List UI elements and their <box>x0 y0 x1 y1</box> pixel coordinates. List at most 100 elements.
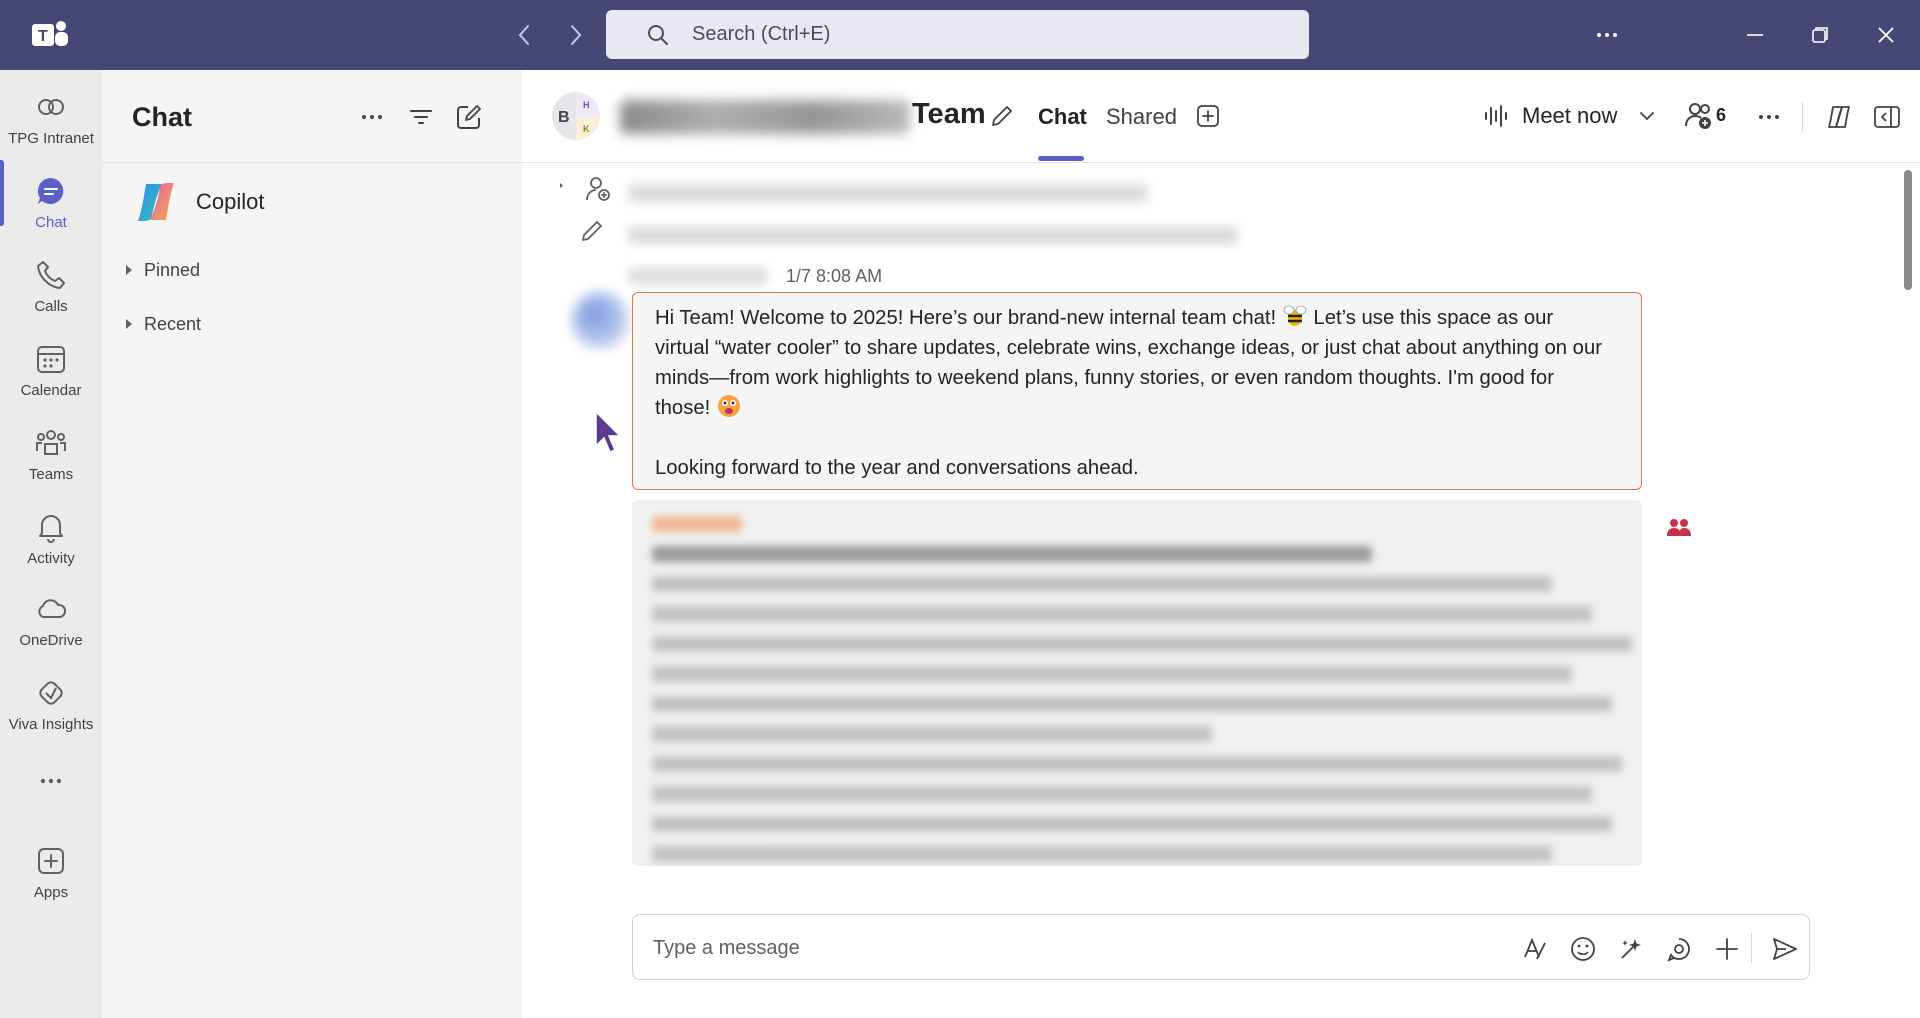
avatar-letter-b: B <box>558 109 570 126</box>
copilot-logo-icon <box>138 183 174 221</box>
add-apps-icon <box>38 848 64 874</box>
loop-icon[interactable] <box>1665 935 1693 963</box>
section-label: Pinned <box>144 259 201 280</box>
avatar[interactable] <box>572 292 628 348</box>
message-text: Let’s use this space as our <box>1307 307 1554 329</box>
restore-icon[interactable] <box>1803 18 1837 52</box>
blurred-system-text <box>628 226 1238 244</box>
more-options-icon[interactable] <box>357 102 387 132</box>
winking-face-emoji-icon <box>717 395 740 417</box>
teams-logo-icon[interactable]: T <box>30 16 70 54</box>
teams-icon <box>36 430 66 455</box>
message-line: those! <box>655 393 1619 423</box>
avatar-letter-h: H <box>583 100 590 110</box>
add-tab-icon[interactable] <box>1194 102 1222 130</box>
rail-label: Chat <box>35 214 67 231</box>
more-icon[interactable] <box>1590 18 1624 52</box>
search-input[interactable]: Search (Ctrl+E) <box>606 10 1309 59</box>
compose-divider <box>1751 933 1752 963</box>
rail-label: Teams <box>28 466 74 483</box>
chat-icon <box>37 177 64 204</box>
copilot-label: Copilot <box>196 189 265 214</box>
rail-label: Viva Insights <box>8 716 94 733</box>
message-list: 1/7 8:08 AM Hi Team! Welcome to 2025! He… <box>522 162 1920 936</box>
caret-right-icon[interactable] <box>558 182 572 196</box>
forward-arrow-icon[interactable] <box>560 20 590 50</box>
copilot-compose-icon[interactable] <box>1617 935 1645 963</box>
pencil-icon <box>582 221 602 241</box>
heart-icon <box>39 681 63 705</box>
rail-item-apps[interactable]: Apps <box>0 838 102 916</box>
message-bubble[interactable]: Hi Team! Welcome to 2025! Here’s our bra… <box>632 292 1642 490</box>
more-options-icon[interactable] <box>1754 102 1784 132</box>
back-arrow-icon[interactable] <box>510 20 540 50</box>
message-line: Looking forward to the year and conversa… <box>655 457 1139 479</box>
participant-count: 6 <box>1716 104 1727 125</box>
compose-box[interactable] <box>632 914 1810 980</box>
message-line: virtual “water cooler” to share updates,… <box>655 337 1602 359</box>
people-add-icon <box>1685 103 1711 129</box>
svg-text:T: T <box>38 28 48 45</box>
message-line: minds—from work highlights to weekend pl… <box>655 367 1554 389</box>
rail-label: Apps <box>33 884 69 901</box>
intranet-icon <box>38 99 64 115</box>
group-avatar-graphic: B H K <box>552 92 600 140</box>
rail-item-onedrive[interactable]: OneDrive <box>0 586 102 664</box>
minimize-icon[interactable] <box>1738 18 1772 52</box>
app-rail: TPG Intranet Chat Calls Calendar Teams A… <box>0 70 102 1018</box>
rail-item-calendar[interactable]: Calendar <box>0 336 102 414</box>
rail-label: Activity <box>27 550 75 567</box>
rail-label: TPG Intranet <box>8 130 94 147</box>
scrollbar[interactable] <box>1904 170 1912 290</box>
participants-button[interactable]: 6 <box>1684 100 1726 130</box>
section-recent[interactable]: Recent <box>122 309 482 339</box>
audio-wave-icon <box>1485 105 1507 127</box>
message-input[interactable] <box>651 931 1455 965</box>
caret-right-icon <box>126 265 132 275</box>
rail-label: OneDrive <box>19 632 83 649</box>
search-icon <box>648 24 668 45</box>
rail-item-teams[interactable]: Teams <box>0 420 102 498</box>
conversation-pane: B H K Team Chat Shared Meet now 6 1/7 8:… <box>522 70 1920 1018</box>
filter-icon[interactable] <box>406 102 436 132</box>
section-pinned[interactable]: Pinned <box>122 255 482 285</box>
rail-item-chat[interactable]: Chat <box>0 168 102 246</box>
side-panel-icon[interactable] <box>1872 102 1902 132</box>
new-chat-icon[interactable] <box>454 102 484 132</box>
message-line: Hi Team! Welcome to 2025! Here’s our bra… <box>655 303 1619 333</box>
conversation-header: B H K Team Chat Shared Meet now 6 <box>522 70 1920 163</box>
meet-now-button[interactable]: Meet now <box>1482 96 1657 136</box>
blurred-sender-name <box>628 268 768 284</box>
chat-list-pane: Chat Copilot Pinned Recent <box>102 70 523 1018</box>
copilot-item[interactable]: Copilot <box>132 172 492 232</box>
rail-item-activity[interactable]: Activity <box>0 504 102 582</box>
tab-chat[interactable]: Chat <box>1038 104 1087 130</box>
cloud-icon <box>38 599 67 618</box>
close-icon[interactable] <box>1869 18 1903 52</box>
tab-shared[interactable]: Shared <box>1106 104 1177 130</box>
conversation-title: Team <box>912 98 986 130</box>
message-timestamp: 1/7 8:08 AM <box>786 266 883 286</box>
bell-icon <box>39 515 63 543</box>
rail-item-calls[interactable]: Calls <box>0 252 102 330</box>
add-attachment-icon[interactable] <box>1713 935 1741 963</box>
section-label: Recent <box>144 313 202 334</box>
search-placeholder: Search (Ctrl+E) <box>692 23 831 45</box>
emoji-icon[interactable] <box>1569 935 1597 963</box>
calendar-icon <box>37 346 65 373</box>
system-event-member-added <box>558 174 612 204</box>
send-icon[interactable] <box>1771 935 1799 963</box>
rail-item-tpg-intranet[interactable]: TPG Intranet <box>0 84 102 162</box>
blurred-message[interactable] <box>632 500 1642 866</box>
rail-item-more-apps[interactable] <box>0 758 102 808</box>
message-text: Hi Team! Welcome to 2025! Here’s our bra… <box>655 307 1282 329</box>
edit-name-icon[interactable] <box>988 102 1016 130</box>
group-avatar[interactable]: B H K <box>552 92 600 140</box>
format-icon[interactable] <box>1521 935 1549 963</box>
people-mention-icon <box>1667 519 1691 536</box>
rail-item-viva-insights[interactable]: Viva Insights <box>0 670 102 748</box>
copilot-pane-icon[interactable] <box>1824 102 1854 132</box>
phone-icon <box>37 261 65 289</box>
chevron-down-icon[interactable] <box>1637 106 1657 126</box>
person-add-icon <box>586 177 610 201</box>
